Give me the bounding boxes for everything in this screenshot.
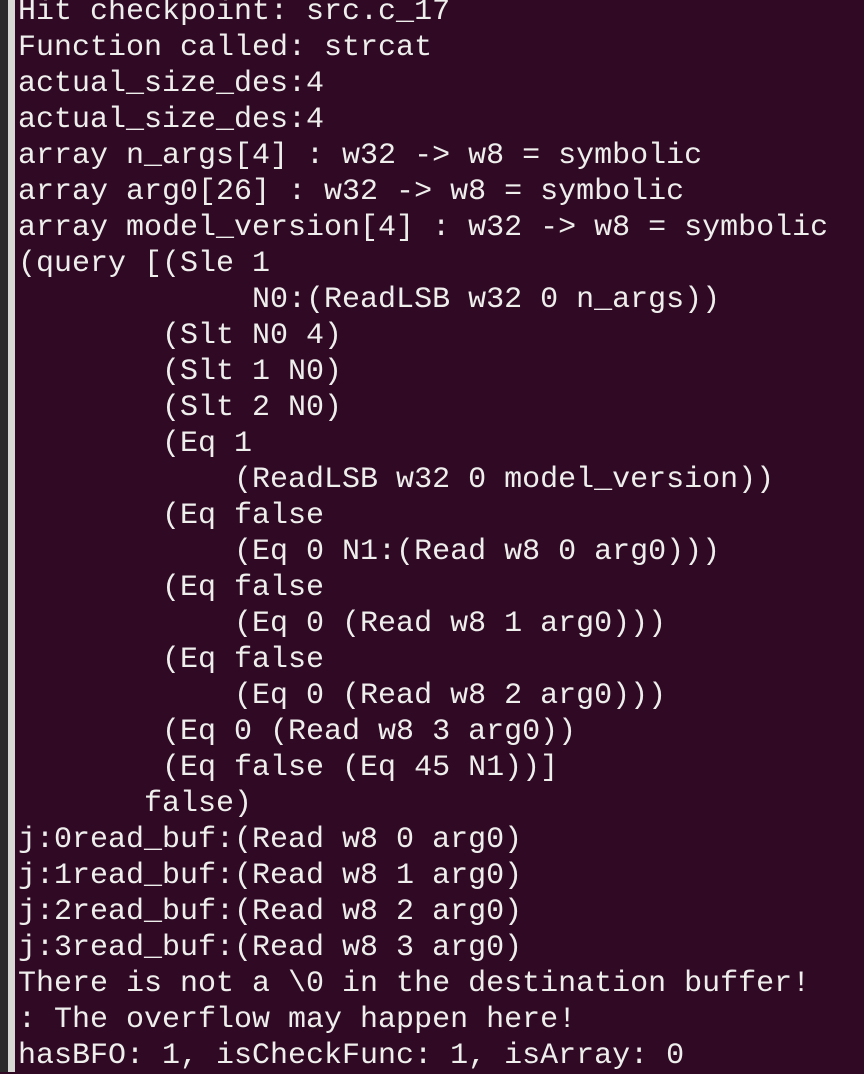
terminal-line: actual_size_des:4 (18, 67, 325, 101)
terminal-line: j:1read_buf:(Read w8 1 arg0) (18, 859, 523, 893)
terminal-line: actual_size_des:4 (18, 103, 325, 137)
terminal-output[interactable]: Hit checkpoint: src.c_17 Function called:… (18, 0, 864, 1073)
terminal-line: array arg0[26] : w32 -> w8 = symbolic (18, 175, 685, 209)
window-edge (0, 0, 8, 1072)
terminal-line: false) (18, 787, 253, 821)
terminal-line: array model_version[4] : w32 -> w8 = sym… (18, 211, 829, 245)
terminal-line: (Eq false (18, 571, 325, 605)
terminal-line: (query [(Sle 1 (18, 247, 271, 281)
terminal-line: j:3read_buf:(Read w8 3 arg0) (18, 931, 523, 965)
terminal-line: (Eq 0 (Read w8 2 arg0))) (18, 679, 667, 713)
terminal-line: (Eq 0 (Read w8 3 arg0)) (18, 715, 577, 749)
terminal-line: (Eq false (18, 499, 325, 533)
terminal-line: (Slt 2 N0) (18, 391, 343, 425)
terminal-line: (Eq false (Eq 45 N1))] (18, 751, 559, 785)
terminal-line: hasBFO: 1, isCheckFunc: 1, isArray: 0 (18, 1039, 685, 1073)
terminal-line: (Eq 1 (18, 427, 253, 461)
terminal-line: (Slt N0 4) (18, 319, 343, 353)
terminal-line: N0:(ReadLSB w32 0 n_args)) (18, 283, 721, 317)
terminal-line: (Eq 0 N1:(Read w8 0 arg0))) (18, 535, 721, 569)
terminal-line: There is not a \0 in the destination buf… (18, 967, 811, 1001)
terminal-line: j:2read_buf:(Read w8 2 arg0) (18, 895, 523, 929)
terminal-line: (Slt 1 N0) (18, 355, 343, 389)
terminal-line: (Eq 0 (Read w8 1 arg0))) (18, 607, 667, 641)
terminal-line: array n_args[4] : w32 -> w8 = symbolic (18, 139, 703, 173)
terminal-line: (ReadLSB w32 0 model_version)) (18, 463, 775, 497)
terminal-line: : The overflow may happen here! (18, 1003, 577, 1037)
terminal-line: j:0read_buf:(Read w8 0 arg0) (18, 823, 523, 857)
terminal-line: Hit checkpoint: src.c_17 (18, 0, 451, 29)
terminal-line: (Eq false (18, 643, 325, 677)
window-border (8, 0, 15, 1072)
terminal-line: Function called: strcat (18, 31, 433, 65)
